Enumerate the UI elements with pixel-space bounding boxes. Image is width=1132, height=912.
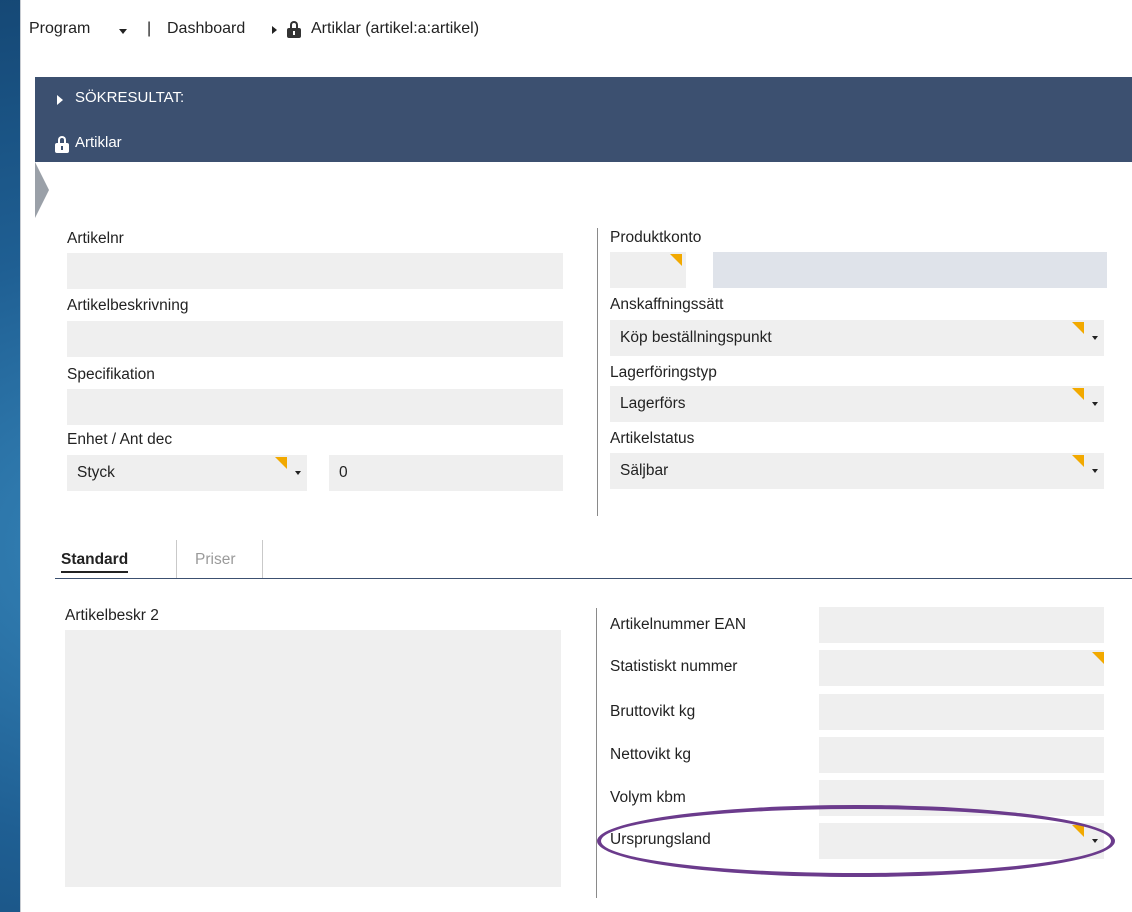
required-flag-icon [1072,455,1084,467]
artikelbeskrivning-label: Artikelbeskrivning [67,297,189,314]
artikelnr-label: Artikelnr [67,230,124,247]
artikelstatus-select[interactable]: Säljbar [610,453,1104,489]
required-flag-icon [1072,322,1084,334]
netto-label: Nettovikt kg [610,746,691,763]
lagerforingstyp-label: Lagerföringstyp [610,364,717,381]
enhet-label: Enhet / Ant dec [67,431,173,448]
column-divider [596,608,597,898]
column-divider [597,228,598,516]
artikelbeskr2-label: Artikelbeskr 2 [65,607,159,624]
program-menu[interactable]: Program [29,20,90,38]
tab-separator [262,540,263,578]
anskaffningssatt-label: Anskaffningssätt [610,296,724,313]
brutto-input[interactable] [819,694,1104,730]
required-flag-icon [1072,388,1084,400]
statistiskt-label: Statistiskt nummer [610,658,738,675]
statistiskt-input[interactable] [819,650,1104,686]
brutto-label: Bruttovikt kg [610,703,696,720]
dropdown-caret-icon[interactable] [1092,336,1098,340]
required-flag-icon [670,254,682,266]
breadcrumb: Program | Dashboard Artiklar (artikel:a:… [21,0,1132,58]
produktkonto-input[interactable] [610,252,686,288]
results-header: SÖKRESULTAT: Artiklar [35,77,1132,162]
enhet-select[interactable]: Styck [67,455,307,491]
ant-dec-input[interactable]: 0 [329,455,563,491]
artikelnr-input[interactable] [67,253,563,289]
breadcrumb-current: Artiklar (artikel:a:artikel) [311,20,480,37]
artikelbeskr2-textarea[interactable] [65,630,561,887]
chevron-right-icon [272,26,277,34]
specifikation-input[interactable] [67,389,563,425]
tab-separator [176,540,177,578]
dropdown-caret-icon[interactable] [295,471,301,475]
artikelbeskrivning-input[interactable] [67,321,563,357]
ean-label: Artikelnummer EAN [610,616,747,633]
ean-input[interactable] [819,607,1104,643]
anskaffningssatt-select[interactable]: Köp beställningspunkt [610,320,1104,356]
produktkonto-description [713,252,1107,288]
side-panel-toggle[interactable] [35,162,49,218]
application-window: Program | Dashboard Artiklar (artikel:a:… [20,0,1132,912]
chevron-down-icon[interactable] [119,29,127,34]
dropdown-caret-icon[interactable] [1092,402,1098,406]
breadcrumb-separator: | [147,20,152,37]
module-title: Artiklar [75,134,122,151]
required-flag-icon [275,457,287,469]
highlight-oval [597,805,1115,877]
produktkonto-label: Produktkonto [610,229,702,246]
dropdown-caret-icon[interactable] [1092,469,1098,473]
tab-underline [55,578,1132,579]
lock-icon [287,21,301,38]
volym-label: Volym kbm [610,789,686,806]
lagerforingstyp-select[interactable]: Lagerförs [610,386,1104,422]
tab-priser[interactable]: Priser [195,551,235,569]
netto-input[interactable] [819,737,1104,773]
specifikation-label: Specifikation [67,366,155,383]
lock-icon [55,136,69,153]
expand-triangle-icon[interactable] [57,95,63,105]
breadcrumb-dashboard[interactable]: Dashboard [167,20,245,38]
tab-standard[interactable]: Standard [61,551,129,573]
required-flag-icon [1092,652,1104,664]
search-results-toggle[interactable]: SÖKRESULTAT: [75,89,184,106]
artikelstatus-label: Artikelstatus [610,430,695,447]
